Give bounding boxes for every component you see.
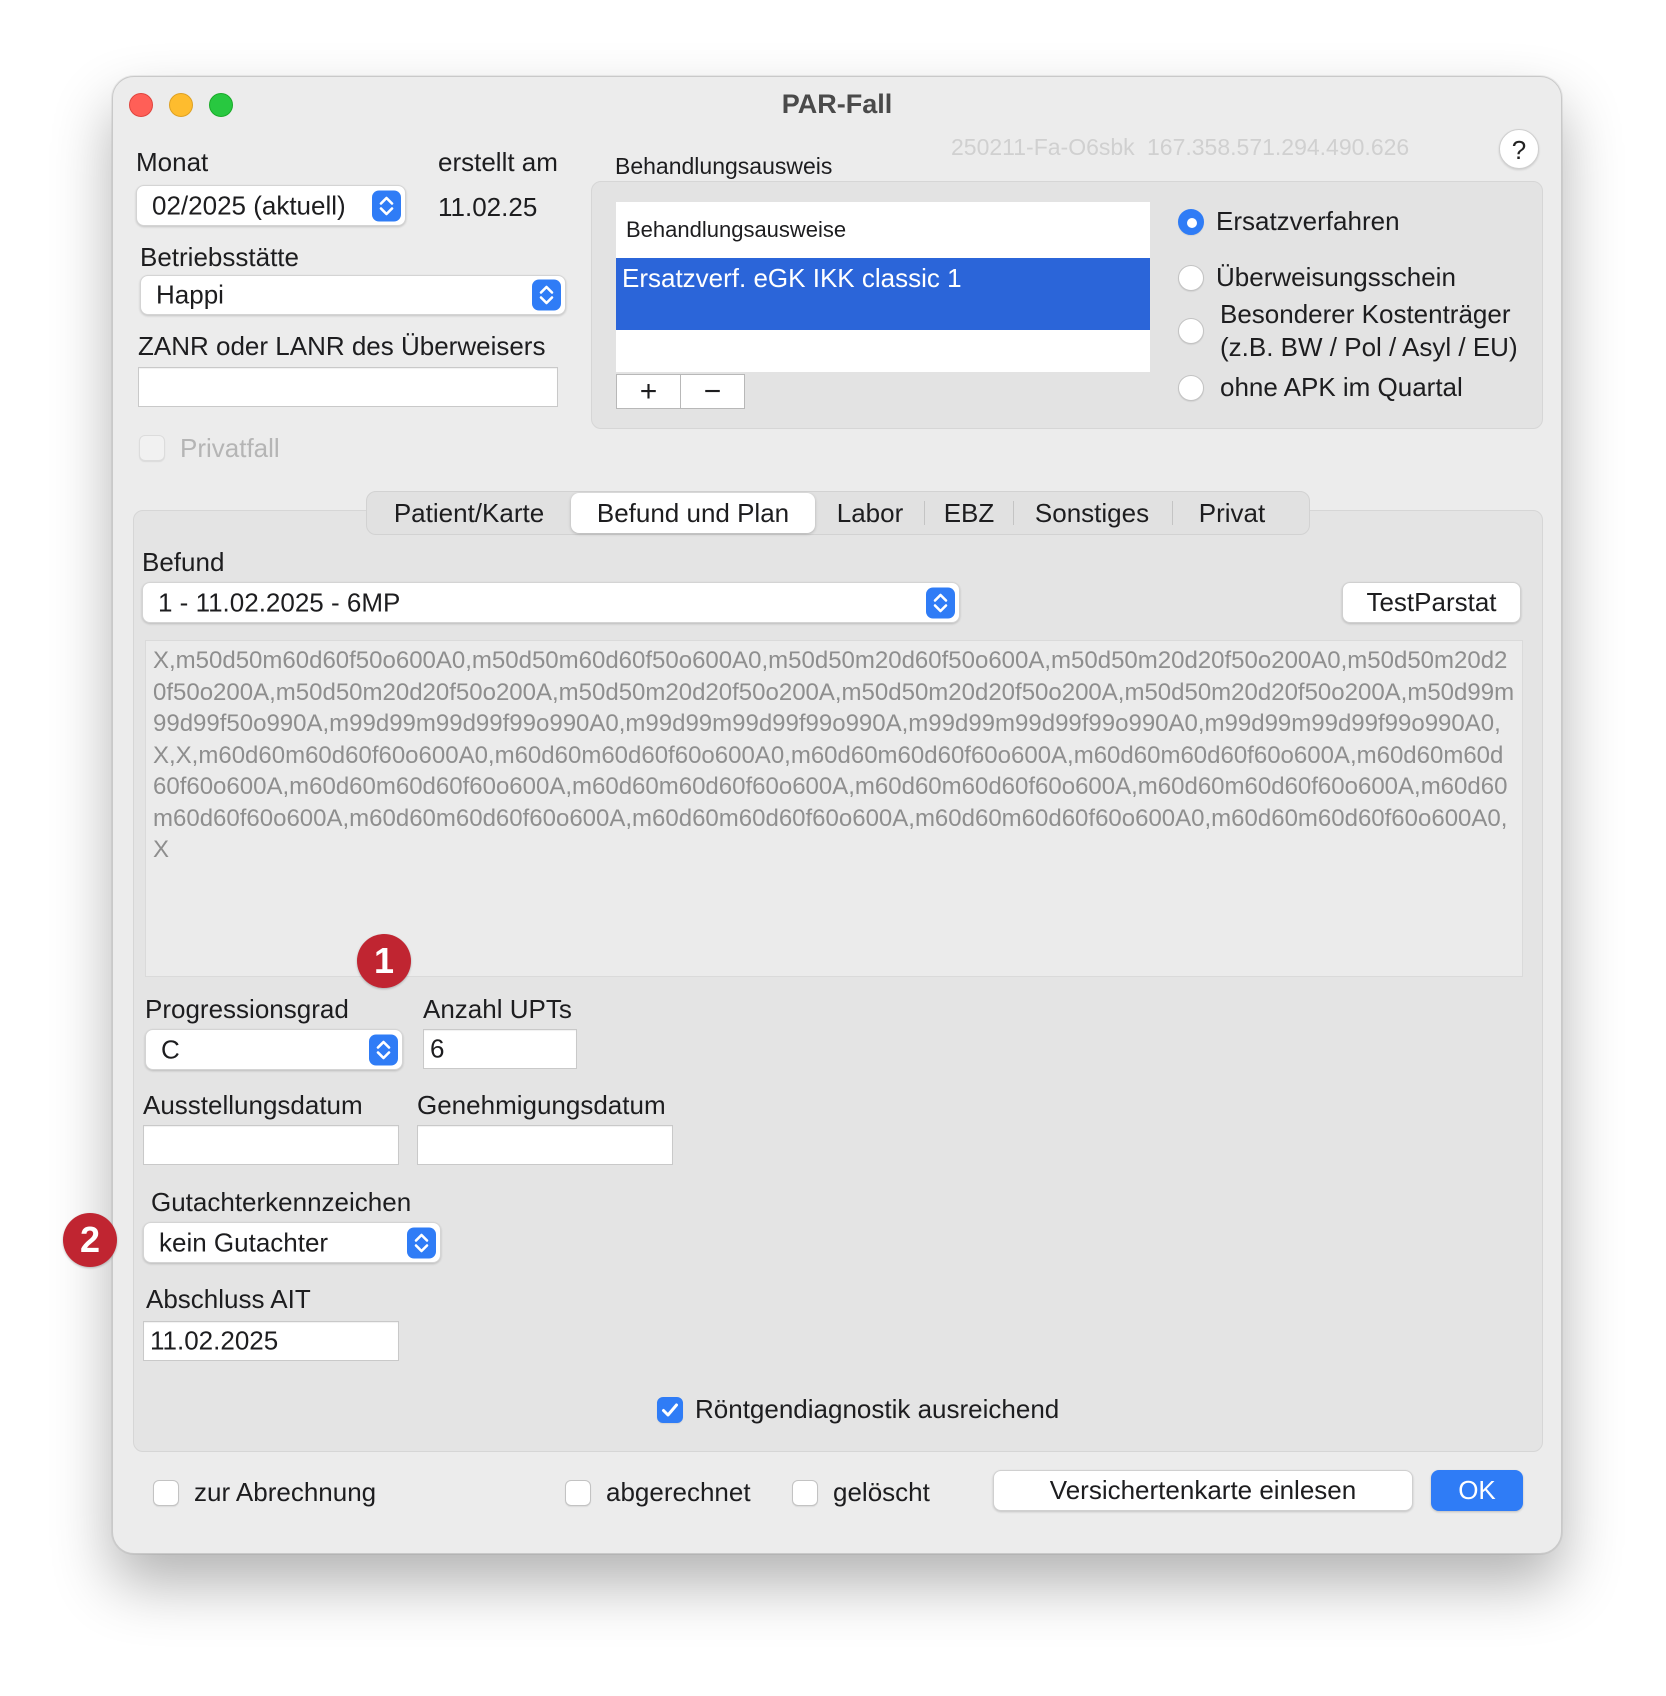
abschluss-ait-field[interactable]: 11.02.2025 [143,1321,399,1361]
progressionsgrad-popup[interactable]: C [145,1029,403,1070]
title-bar: PAR-Fall [113,77,1561,135]
progressionsgrad-label: Progressionsgrad [145,994,349,1024]
tab-privat[interactable]: Privat [1177,493,1287,533]
window-title: PAR-Fall [781,89,893,119]
erstellt-label: erstellt am [438,147,558,177]
tab-patient-karte[interactable]: Patient/Karte [371,493,567,533]
add-button[interactable]: + [616,374,681,409]
radio-besonderer-kostentraeger[interactable] [1178,318,1204,344]
tab-befund-und-plan[interactable]: Befund und Plan [571,493,815,533]
gutachter-value: kein Gutachter [159,1227,329,1257]
tab-separator [1013,501,1014,525]
testparstat-button[interactable]: TestParstat [1342,582,1521,623]
radio-label-ueberweisungsschein: Überweisungsschein [1216,262,1456,292]
erstellt-value: 11.02.25 [438,192,538,222]
abschluss-ait-label: Abschluss AIT [146,1284,311,1314]
tab-sonstiges[interactable]: Sonstiges [1017,493,1167,533]
gutachter-popup[interactable]: kein Gutachter [143,1222,441,1263]
stepper-arrows-icon [532,279,561,311]
minus-icon: − [703,375,722,408]
stepper-arrows-icon [372,190,401,221]
abgerechnet-label: abgerechnet [606,1477,751,1507]
befund-popup[interactable]: 1 - 11.02.2025 - 6MP [142,582,960,623]
betriebsstaette-value: Happi [156,279,224,310]
callout-badge-1: 1 [357,934,411,988]
roentgen-label: Röntgendiagnostik ausreichend [695,1394,1060,1424]
zanr-label: ZANR oder LANR des Überweisers [138,331,546,361]
radio-ersatzverfahren[interactable] [1178,209,1204,235]
tab-bar: Patient/Karte Befund und Plan Labor EBZ … [366,491,1310,535]
progressionsgrad-value: C [161,1034,180,1064]
zur-abrechnung-checkbox[interactable] [153,1480,179,1506]
radio-ohne-apk[interactable] [1178,375,1204,401]
anzahl-upts-label: Anzahl UPTs [423,994,572,1024]
anzahl-upts-field[interactable]: 6 [423,1029,577,1069]
befund-value: 1 - 11.02.2025 - 6MP [158,587,401,617]
radio-label-besonderer-kostentraeger: Besonderer Kostenträger [1220,299,1511,329]
tab-separator [1172,501,1173,525]
ausstellungsdatum-label: Ausstellungsdatum [143,1090,363,1120]
monat-value: 02/2025 (aktuell) [152,190,346,220]
abgerechnet-checkbox[interactable] [565,1480,591,1506]
abschluss-ait-value: 11.02.2025 [150,1325,279,1356]
versichertenkarte-einlesen-button[interactable]: Versichertenkarte einlesen [993,1470,1413,1511]
case-number: 167.358.571.294.490.626 [1147,134,1410,160]
help-button[interactable]: ? [1499,129,1539,169]
gutachter-label: Gutachterkennzeichen [151,1187,412,1217]
stepper-arrows-icon [407,1227,436,1258]
behandlungsausweis-group-label: Behandlungsausweis [615,153,833,179]
radio-ueberweisungsschein[interactable] [1178,265,1204,291]
behandlungsausweise-list[interactable]: Behandlungsausweise Ersatzverf. eGK IKK … [616,202,1150,372]
roentgen-checkbox[interactable] [657,1397,683,1423]
par-fall-dialog: PAR-Fall 250211-Fa-O6sbk 167.358.571.294… [112,76,1562,1554]
list-header: Behandlungsausweise [626,217,847,242]
zanr-field[interactable] [138,367,558,407]
betriebsstaette-popup[interactable]: Happi [140,275,566,315]
anzahl-upts-value: 6 [430,1033,445,1064]
betriebsstaette-label: Betriebsstätte [140,242,299,272]
behandlungsausweis-group: Behandlungsausweise Ersatzverf. eGK IKK … [591,181,1543,429]
ok-button[interactable]: OK [1431,1470,1523,1511]
befund-code-textarea[interactable]: X,m50d50m60d60f50o600A0,m50d50m60d60f50o… [145,640,1523,977]
geloescht-label: gelöscht [833,1477,930,1507]
list-item-label: Ersatzverf. eGK IKK classic 1 [622,263,962,293]
radio-label-besonderer-kostentraeger-hint: (z.B. BW / Pol / Asyl / EU) [1220,332,1518,362]
radio-label-ersatzverfahren: Ersatzverfahren [1216,206,1400,236]
stepper-arrows-icon [369,1034,398,1065]
genehmigungsdatum-label: Genehmigungsdatum [417,1090,666,1120]
ausstellungsdatum-field[interactable] [143,1125,399,1165]
tab-ebz[interactable]: EBZ [929,493,1009,533]
case-id: 250211-Fa-O6sbk [951,134,1135,160]
tab-labor[interactable]: Labor [819,493,921,533]
monat-label: Monat [136,147,209,177]
list-item-selected[interactable]: Ersatzverf. eGK IKK classic 1 [616,258,1150,330]
remove-button[interactable]: − [680,374,745,409]
plus-icon: + [639,375,658,408]
zur-abrechnung-label: zur Abrechnung [194,1477,377,1507]
checkmark-icon [662,1403,678,1417]
befund-label: Befund [142,547,225,577]
radio-label-ohne-apk: ohne APK im Quartal [1220,372,1463,402]
monat-popup[interactable]: 02/2025 (aktuell) [136,185,406,226]
geloescht-checkbox[interactable] [792,1480,818,1506]
stepper-arrows-icon [926,587,955,618]
callout-badge-2: 2 [63,1213,117,1267]
privatfall-label: Privatfall [180,433,280,463]
tab-separator [924,501,925,525]
genehmigungsdatum-field[interactable] [417,1125,673,1165]
privatfall-checkbox[interactable] [139,435,165,461]
